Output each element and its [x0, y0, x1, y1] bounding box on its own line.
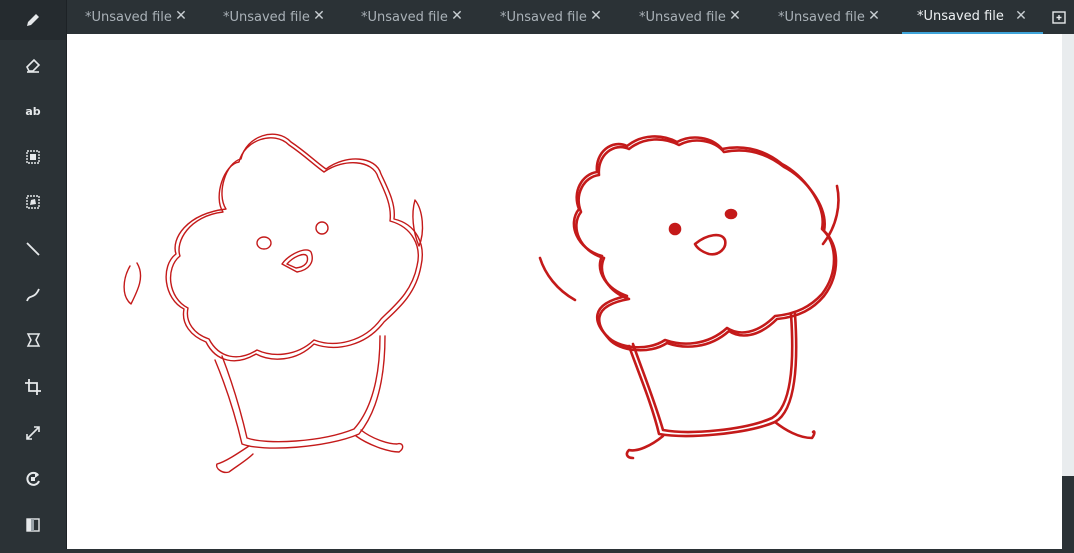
rotate-icon — [26, 471, 40, 486]
tab-label: *Unsaved file — [778, 9, 865, 25]
left-muffin-cup — [214, 335, 386, 449]
text-tool[interactable]: ab — [0, 91, 66, 131]
new-tab-button[interactable] — [1044, 0, 1074, 34]
tab-label: *Unsaved file — [223, 9, 310, 25]
pencil-tool[interactable] — [0, 0, 66, 40]
close-icon[interactable]: ✕ — [173, 8, 189, 24]
new-tab-icon — [1052, 11, 1066, 24]
tab-unsaved-file-1[interactable]: *Unsaved file ✕ — [67, 0, 203, 34]
canvas-drawing — [123, 133, 840, 474]
tab-bar: *Unsaved file ✕ *Unsaved file ✕ *Unsaved… — [67, 0, 1074, 34]
rectangle-selection-tool[interactable] — [0, 137, 66, 177]
vertical-scrollbar[interactable] — [1062, 34, 1074, 549]
drawing-canvas[interactable] — [67, 34, 1062, 549]
eraser-icon — [26, 58, 41, 73]
right-muffin-cup — [627, 312, 798, 438]
left-muffin-drawing — [123, 133, 424, 474]
line-tool[interactable] — [0, 229, 66, 269]
skew-icon — [26, 333, 41, 347]
tab-unsaved-file-6[interactable]: *Unsaved file ✕ — [760, 0, 896, 34]
tab-unsaved-file-4[interactable]: *Unsaved file ✕ — [482, 0, 618, 34]
scale-icon — [26, 426, 40, 440]
right-muffin-mouth — [693, 233, 727, 256]
close-icon[interactable]: ✕ — [866, 8, 882, 24]
close-icon[interactable]: ✕ — [727, 8, 743, 24]
tab-unsaved-file-2[interactable]: *Unsaved file ✕ — [205, 0, 341, 34]
tab-unsaved-file-7[interactable]: *Unsaved file ✕ — [902, 0, 1043, 34]
tab-label: *Unsaved file — [361, 9, 448, 25]
close-icon[interactable]: ✕ — [311, 8, 327, 24]
free-selection-tool[interactable] — [0, 182, 66, 222]
tab-label: *Unsaved file — [917, 8, 1004, 24]
right-muffin-legs — [625, 420, 816, 460]
scale-tool[interactable] — [0, 413, 66, 453]
left-muffin-legs — [215, 429, 404, 474]
pencil-icon — [27, 14, 39, 26]
scrollbar-thumb[interactable] — [1062, 476, 1074, 549]
text-icon: ab — [25, 104, 41, 118]
crop-icon — [25, 379, 41, 395]
filters-tool[interactable] — [0, 505, 66, 545]
rotate-tool[interactable] — [0, 459, 66, 499]
rectangle-selection-icon — [26, 150, 40, 164]
left-muffin-eyes — [256, 221, 329, 250]
curve-icon — [26, 288, 40, 302]
tab-unsaved-file-3[interactable]: *Unsaved file ✕ — [343, 0, 479, 34]
left-muffin-outline-outer — [165, 133, 423, 362]
filters-icon — [26, 518, 40, 532]
tab-unsaved-file-5[interactable]: *Unsaved file ✕ — [621, 0, 757, 34]
free-selection-icon — [26, 195, 40, 209]
close-icon[interactable]: ✕ — [588, 8, 604, 24]
right-muffin-eyes — [668, 208, 738, 236]
close-icon[interactable]: ✕ — [449, 8, 465, 24]
tools-panel: ab — [0, 0, 67, 549]
right-muffin-drawing — [538, 135, 840, 460]
right-muffin-top-outline-2 — [575, 138, 838, 352]
eraser-tool[interactable] — [0, 45, 66, 85]
left-muffin-arms — [123, 199, 424, 305]
tab-label: *Unsaved file — [639, 9, 726, 25]
right-muffin-arms — [538, 184, 840, 302]
skew-tool[interactable] — [0, 320, 66, 360]
curve-tool[interactable] — [0, 275, 66, 315]
close-icon[interactable]: ✕ — [1013, 8, 1029, 24]
crop-tool[interactable] — [0, 367, 66, 407]
tab-label: *Unsaved file — [500, 9, 587, 25]
tab-label: *Unsaved file — [85, 9, 172, 25]
line-icon — [26, 242, 40, 256]
